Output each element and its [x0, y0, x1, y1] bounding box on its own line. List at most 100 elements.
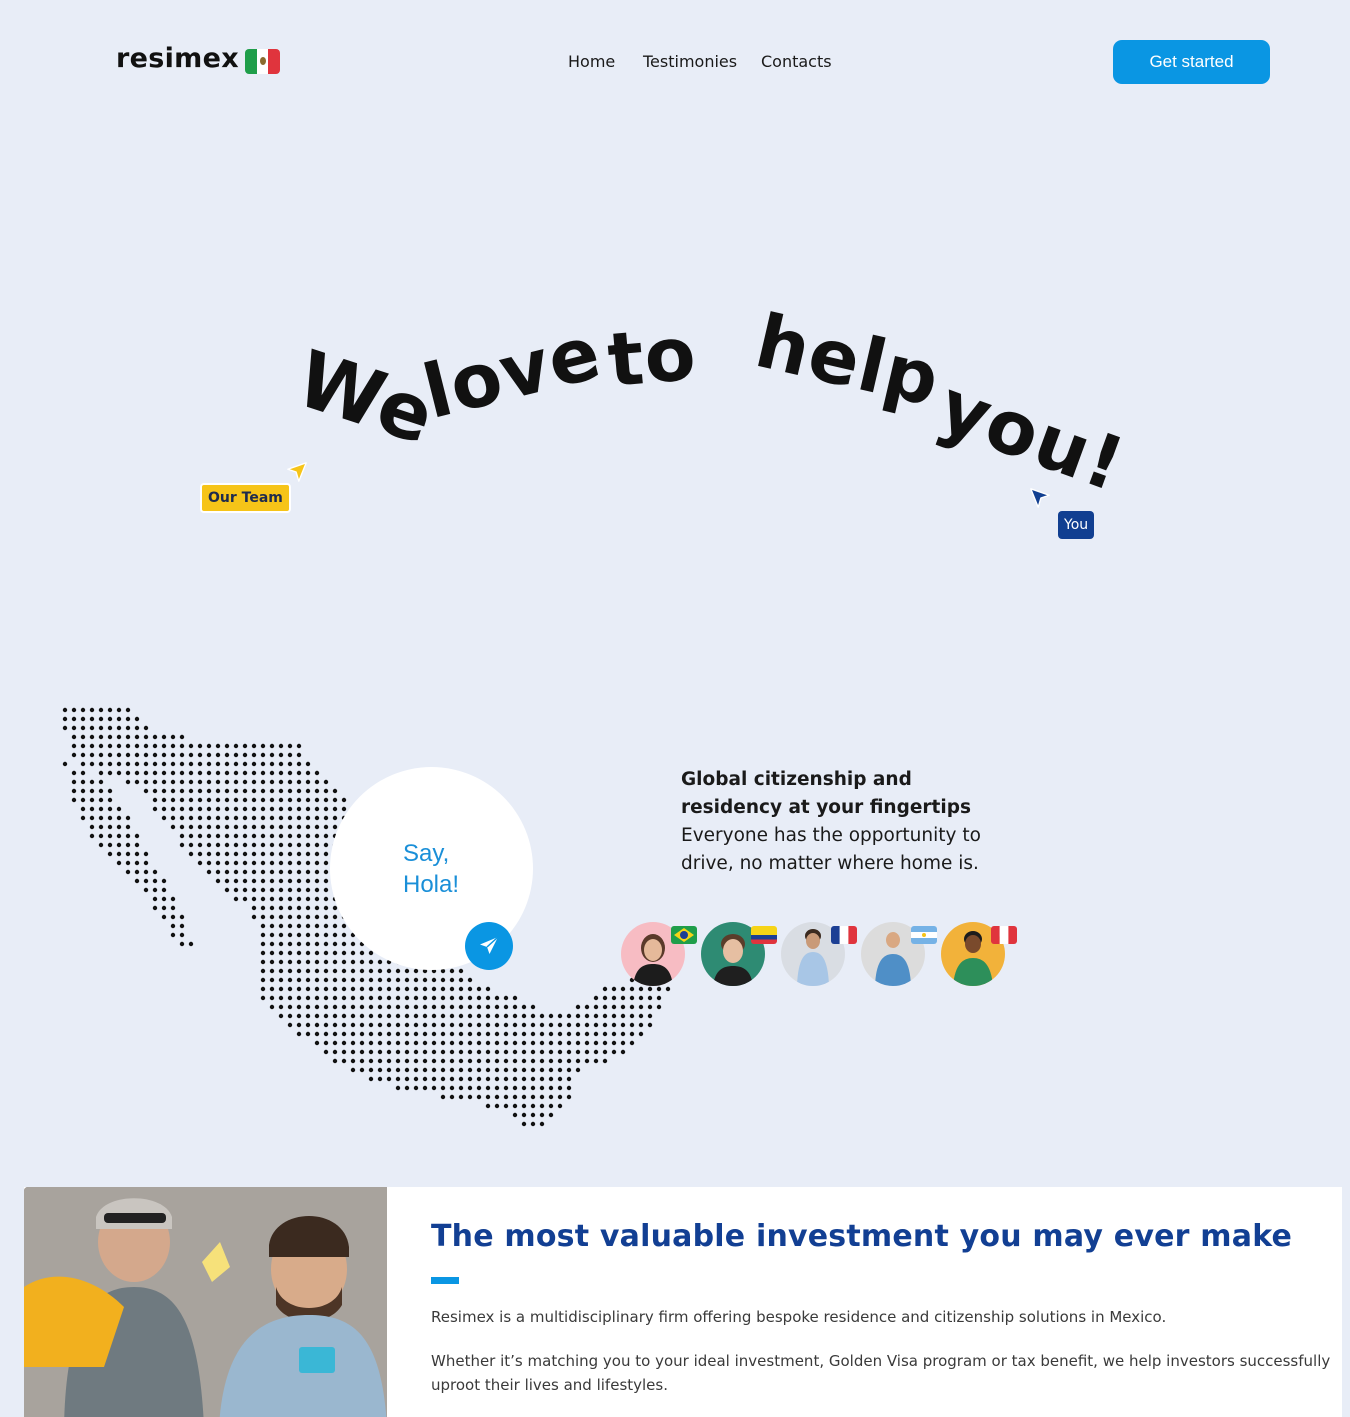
map-dot: [116, 761, 122, 767]
map-dot: [485, 1013, 491, 1019]
map-dot: [359, 1040, 365, 1046]
map-dot: [296, 1022, 302, 1028]
map-dot: [314, 995, 320, 1001]
nav-home[interactable]: Home: [568, 52, 615, 71]
map-dot: [323, 923, 329, 929]
map-dot: [287, 959, 293, 965]
map-dot: [125, 716, 131, 722]
map-dot: [548, 1040, 554, 1046]
map-dot: [629, 986, 635, 992]
map-dot: [278, 806, 284, 812]
map-dot: [386, 1031, 392, 1037]
map-dot: [215, 806, 221, 812]
map-dot: [503, 1058, 509, 1064]
map-dot: [566, 1049, 572, 1055]
map-dot: [521, 1103, 527, 1109]
map-dot: [179, 734, 185, 740]
map-dot: [593, 1013, 599, 1019]
map-dot: [215, 761, 221, 767]
map-dot: [260, 941, 266, 947]
map-dot: [539, 1031, 545, 1037]
map-dot: [98, 824, 104, 830]
map-dot: [269, 833, 275, 839]
map-dot: [476, 1031, 482, 1037]
map-dot: [458, 1004, 464, 1010]
map-dot: [161, 806, 167, 812]
map-dot: [224, 851, 230, 857]
map-dot: [449, 1049, 455, 1055]
map-dot: [269, 752, 275, 758]
map-dot: [179, 824, 185, 830]
map-dot: [593, 1022, 599, 1028]
map-dot: [251, 815, 257, 821]
map-dot: [638, 1031, 644, 1037]
send-message-button[interactable]: [465, 922, 513, 970]
map-dot: [323, 1031, 329, 1037]
map-dot: [98, 842, 104, 848]
map-dot: [116, 752, 122, 758]
map-dot: [566, 1022, 572, 1028]
map-dot: [287, 824, 293, 830]
map-dot: [134, 725, 140, 731]
map-dot: [161, 815, 167, 821]
map-dot: [494, 1031, 500, 1037]
map-dot: [80, 806, 86, 812]
map-dot: [296, 860, 302, 866]
map-dot: [206, 806, 212, 812]
map-dot: [395, 1076, 401, 1082]
map-dot: [386, 1013, 392, 1019]
map-dot: [440, 1049, 446, 1055]
map-dot: [269, 869, 275, 875]
map-dot: [152, 752, 158, 758]
map-dot: [269, 743, 275, 749]
map-dot: [224, 761, 230, 767]
map-dot: [494, 1076, 500, 1082]
map-dot: [89, 797, 95, 803]
nav-contacts[interactable]: Contacts: [761, 52, 832, 71]
map-dot: [377, 1031, 383, 1037]
map-dot: [80, 770, 86, 776]
map-dot: [224, 869, 230, 875]
map-dot: [611, 1013, 617, 1019]
map-dot: [413, 1058, 419, 1064]
map-dot: [494, 1067, 500, 1073]
map-dot: [233, 788, 239, 794]
nav-testimonies[interactable]: Testimonies: [643, 52, 737, 71]
map-dot: [548, 1103, 554, 1109]
map-dot: [368, 1013, 374, 1019]
map-dot: [242, 743, 248, 749]
map-dot: [260, 932, 266, 938]
map-dot: [179, 923, 185, 929]
map-dot: [251, 914, 257, 920]
map-dot: [449, 1067, 455, 1073]
map-dot: [368, 1031, 374, 1037]
map-dot: [251, 824, 257, 830]
map-dot: [233, 806, 239, 812]
map-dot: [368, 968, 374, 974]
map-dot: [512, 1094, 518, 1100]
map-dot: [278, 941, 284, 947]
map-dot: [197, 833, 203, 839]
map-dot: [521, 1076, 527, 1082]
map-dot: [431, 986, 437, 992]
map-dot: [359, 986, 365, 992]
map-dot: [305, 896, 311, 902]
map-dot: [242, 869, 248, 875]
map-dot: [152, 887, 158, 893]
site-logo[interactable]: resimex: [116, 43, 239, 74]
map-dot: [467, 977, 473, 983]
map-dot: [89, 761, 95, 767]
map-dot: [116, 851, 122, 857]
map-dot: [278, 824, 284, 830]
map-dot: [305, 824, 311, 830]
map-dot: [485, 1085, 491, 1091]
map-dot: [557, 1040, 563, 1046]
map-dot: [314, 788, 320, 794]
map-dot: [314, 986, 320, 992]
map-dot: [404, 986, 410, 992]
map-dot: [197, 860, 203, 866]
map-dot: [116, 734, 122, 740]
get-started-button[interactable]: Get started: [1113, 40, 1270, 84]
map-dot: [305, 887, 311, 893]
map-dot: [251, 860, 257, 866]
